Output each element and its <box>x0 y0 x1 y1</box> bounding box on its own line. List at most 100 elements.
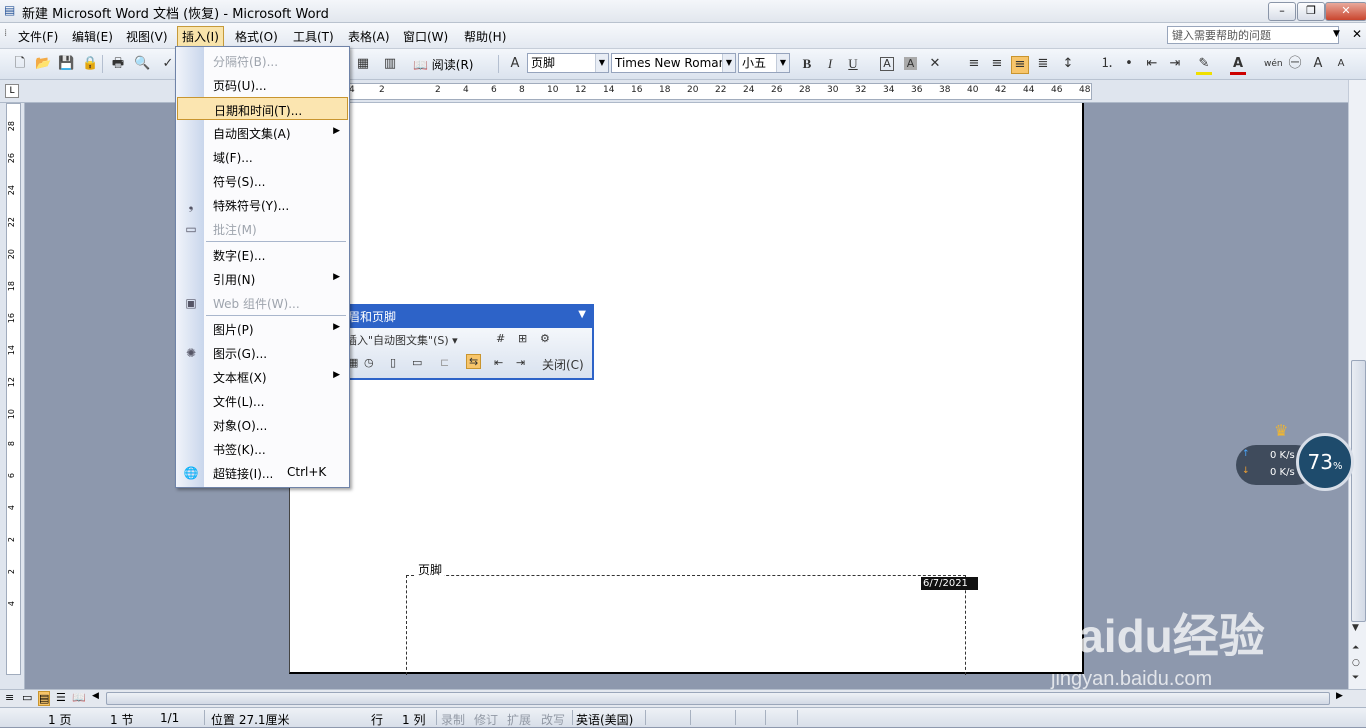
style-combo[interactable]: 页脚 ▼ <box>527 53 609 73</box>
menu-window[interactable]: 窗口(W) <box>399 27 452 46</box>
close-header-footer-button[interactable]: 关闭(C) <box>542 356 584 373</box>
menu-format[interactable]: 格式(O) <box>231 27 282 46</box>
print-preview-icon[interactable]: 🔍 <box>134 56 150 72</box>
status-extend[interactable]: 扩展 <box>507 711 531 728</box>
insert-page-count-icon[interactable]: ⊞ <box>518 332 527 345</box>
show-hide-text-icon[interactable]: ▭ <box>412 356 422 369</box>
shrink-font-icon[interactable]: A <box>1333 56 1349 72</box>
char-border-icon[interactable]: A <box>880 57 894 71</box>
horizontal-scroll-thumb[interactable] <box>106 692 1330 705</box>
menu-item-symbol[interactable]: 符号(S)... <box>177 169 348 192</box>
menu-item-date-time[interactable]: 日期和时间(T)... <box>177 97 348 120</box>
insert-page-number-icon[interactable]: # <box>496 332 505 345</box>
menu-item-reference[interactable]: 引用(N) ▶ <box>177 267 348 290</box>
status-record[interactable]: 录制 <box>441 711 465 728</box>
columns-icon[interactable]: ▥ <box>382 56 398 72</box>
next-page-icon[interactable]: ⏷ <box>1352 673 1359 683</box>
permission-icon[interactable]: 🔒 <box>82 56 98 72</box>
decrease-indent-icon[interactable]: ⇤ <box>1144 56 1160 72</box>
insert-table-icon[interactable]: ▦ <box>355 56 371 72</box>
numbering-icon[interactable]: ⒈ <box>1099 56 1115 72</box>
menu-item-picture[interactable]: 图片(P) ▶ <box>177 317 348 340</box>
menu-help[interactable]: 帮助(H) <box>460 27 510 46</box>
phonetic-guide-icon[interactable]: wén <box>1264 56 1283 72</box>
grow-font-icon[interactable]: A <box>1310 56 1326 72</box>
char-scale-icon[interactable]: ✕ <box>927 56 943 72</box>
menu-item-number[interactable]: 数字(E)... <box>177 243 348 266</box>
increase-indent-icon[interactable]: ⇥ <box>1167 56 1183 72</box>
menu-item-autotext[interactable]: 自动图文集(A) ▶ <box>177 121 348 144</box>
menu-insert[interactable]: 插入(I) <box>177 26 224 47</box>
menu-item-file[interactable]: 文件(L)... <box>177 389 348 412</box>
new-doc-icon[interactable]: 🗋 <box>12 56 28 72</box>
bold-icon[interactable]: B <box>799 56 815 72</box>
justify-icon[interactable]: ≣ <box>1035 56 1051 72</box>
menu-tools[interactable]: 工具(T) <box>289 27 338 46</box>
status-track[interactable]: 修订 <box>474 711 498 728</box>
horizontal-scrollbar[interactable]: ≡ ▭ ▤ ☰ 📖 ◀ ▶ <box>0 689 1366 707</box>
menu-item-break[interactable]: 分隔符(B)... <box>177 49 348 72</box>
menu-view[interactable]: 视图(V) <box>122 27 172 46</box>
show-previous-icon[interactable]: ⇤ <box>494 356 503 369</box>
menu-item-bookmark[interactable]: 书签(K)... <box>177 437 348 460</box>
tab-selector-icon[interactable]: L <box>5 84 19 98</box>
char-shading-icon[interactable]: A <box>904 57 917 70</box>
menu-file[interactable]: 文件(F) <box>14 27 62 46</box>
menu-item-text-box[interactable]: 文本框(X) ▶ <box>177 365 348 388</box>
word-app-icon[interactable]: ▤ <box>4 3 15 17</box>
reading-view-icon[interactable]: 📖 <box>72 691 86 704</box>
same-as-previous-icon[interactable]: ⊏ <box>440 356 449 369</box>
align-center-icon[interactable]: ≡ <box>989 56 1005 72</box>
font-size-combo[interactable]: 小五 ▼ <box>738 53 790 73</box>
save-icon[interactable]: 💾 <box>58 56 74 72</box>
read-button[interactable]: 📖 阅读(R) <box>413 56 473 73</box>
previous-page-icon[interactable]: ⏶ <box>1352 643 1359 653</box>
close-button[interactable]: ✕ <box>1325 2 1366 21</box>
format-page-number-icon[interactable]: ⚙ <box>540 332 550 345</box>
horizontal-ruler[interactable]: 4 2 2 4 6 8 10 12 14 16 18 20 22 24 26 28 30 32 34 36 38 40 42… <box>290 83 1092 100</box>
help-search-input[interactable]: 键入需要帮助的问题 <box>1167 26 1339 44</box>
scroll-down-icon[interactable]: ▼ <box>1352 623 1359 633</box>
italic-icon[interactable]: I <box>822 56 838 72</box>
line-spacing-icon[interactable]: ↕ <box>1060 56 1076 72</box>
print-icon[interactable]: 🖶 <box>110 56 126 72</box>
chevron-down-icon[interactable]: ▼ <box>722 54 735 72</box>
browse-object-icon[interactable]: ○ <box>1352 658 1360 668</box>
open-folder-icon[interactable]: 📂 <box>35 56 51 72</box>
toolbar-options-icon[interactable]: ▼ <box>578 309 586 320</box>
menu-item-field[interactable]: 域(F)... <box>177 145 348 168</box>
font-combo[interactable]: Times New Roman ▼ <box>611 53 736 73</box>
menu-item-web-component[interactable]: ▣ Web 组件(W)... <box>177 291 348 314</box>
normal-view-icon[interactable]: ≡ <box>5 691 14 704</box>
menu-item-diagram[interactable]: ✺ 图示(G)... <box>177 341 348 364</box>
close-doc-icon[interactable]: ✕ <box>1352 27 1362 41</box>
network-speed-widget[interactable]: ♛ ↑ ↓ 0 K/s 0 K/s 73% <box>1236 421 1356 493</box>
styles-pane-icon[interactable]: A <box>507 56 523 72</box>
menu-table[interactable]: 表格(A) <box>344 27 394 46</box>
scroll-right-icon[interactable]: ▶ <box>1336 691 1343 701</box>
footer-area[interactable] <box>406 575 966 675</box>
enclose-char-icon[interactable]: ㊀ <box>1287 56 1303 72</box>
bullets-icon[interactable]: • <box>1121 56 1137 72</box>
menu-item-hyperlink[interactable]: 🌐 超链接(I)... Ctrl+K <box>177 461 348 484</box>
insert-autotext-button[interactable]: 插入"自动图文集"(S) ▾ <box>346 332 458 348</box>
help-dropdown-icon[interactable]: ▼ <box>1333 29 1340 39</box>
print-view-icon[interactable]: ▤ <box>38 691 51 706</box>
show-next-icon[interactable]: ⇥ <box>516 356 525 369</box>
align-left-icon[interactable]: ≡ <box>966 56 982 72</box>
scroll-left-icon[interactable]: ◀ <box>92 691 99 701</box>
menu-edit[interactable]: 编辑(E) <box>68 27 117 46</box>
menu-item-object[interactable]: 对象(O)... <box>177 413 348 436</box>
insert-time-icon[interactable]: ◷ <box>364 356 374 369</box>
menu-item-comment[interactable]: ▭ 批注(M) <box>177 217 348 240</box>
status-overtype[interactable]: 改写 <box>541 711 565 728</box>
minimize-button[interactable]: – <box>1268 2 1296 21</box>
memory-usage-gauge[interactable]: 73% <box>1296 433 1354 491</box>
vertical-scrollbar[interactable]: ▼ ⏶ ○ ⏷ <box>1348 80 1366 689</box>
outline-view-icon[interactable]: ☰ <box>56 691 66 704</box>
chevron-down-icon[interactable]: ▼ <box>595 54 608 72</box>
web-view-icon[interactable]: ▭ <box>22 691 32 704</box>
align-right-icon[interactable]: ≡ <box>1011 56 1029 74</box>
underline-icon[interactable]: U <box>845 56 861 72</box>
date-field[interactable]: 6/7/2021 <box>921 577 978 590</box>
